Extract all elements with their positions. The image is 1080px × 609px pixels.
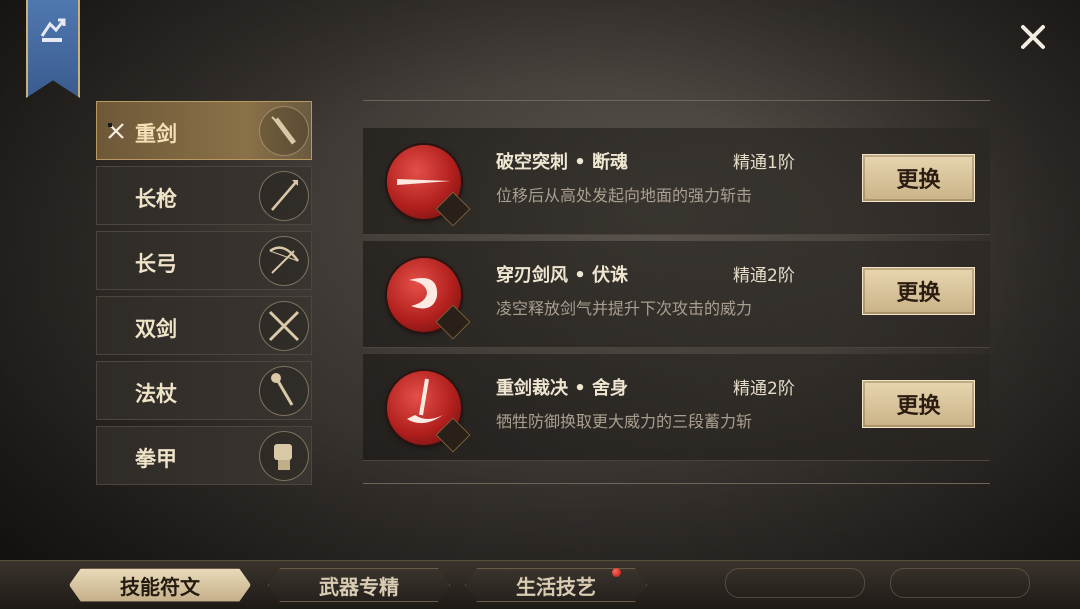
spear-icon [259,171,309,221]
swap-button[interactable]: 更换 [862,267,975,315]
weapon-list: 重剑 长枪 长弓 双剑 法杖 拳甲 [96,101,312,491]
weapon-item-spear[interactable]: 长枪 [96,166,312,225]
guild-banner [26,0,80,98]
weapon-label: 双剑 [135,317,177,341]
skill-name: 重剑裁决 • 舍身 [496,378,629,399]
close-icon [1021,25,1045,49]
skill-row: 重剑裁决 • 舍身 精通2阶 牺牲防御换取更大威力的三段蓄力斩 更换 [363,354,990,461]
weapon-label: 重剑 [135,122,177,146]
skill-name: 破空突刺 • 断魂 [496,152,629,173]
weapon-item-staff[interactable]: 法杖 [96,361,312,420]
notification-dot-icon [612,568,621,577]
skill-mastery-level: 精通1阶 [733,153,795,173]
gauntlet-icon [259,431,309,481]
weapon-item-gauntlet[interactable]: 拳甲 [96,426,312,485]
weapon-label: 法杖 [135,382,177,406]
weapon-item-dual-swords[interactable]: 双剑 [96,296,312,355]
decorative-ornament [890,568,1030,598]
tab-skill-runes[interactable]: 技能符文 [69,568,251,602]
guild-emblem-icon [40,18,66,42]
swap-button[interactable]: 更换 [862,380,975,428]
skill-mastery-level: 精通2阶 [733,266,795,286]
skill-mastery-level: 精通2阶 [733,379,795,399]
skill-row: 破空突刺 • 断魂 精通1阶 位移后从高处发起向地面的强力斩击 更换 [363,128,990,235]
tab-weapon-mastery[interactable]: 武器专精 [268,568,450,602]
skill-description: 位移后从高处发起向地面的强力斩击 [496,186,753,205]
weapon-label: 拳甲 [135,447,177,471]
skill-description: 牺牲防御换取更大威力的三段蓄力斩 [496,412,753,431]
decorative-ornament [725,568,865,598]
skill-name: 穿刃剑风 • 伏诛 [496,265,629,286]
skill-description: 凌空释放剑气并提升下次攻击的威力 [496,299,753,318]
staff-icon [259,366,309,416]
greatsword-icon [259,106,309,156]
weapon-item-longbow[interactable]: 长弓 [96,231,312,290]
selected-swords-icon [108,123,124,139]
skill-panel: 破空突刺 • 断魂 精通1阶 位移后从高处发起向地面的强力斩击 更换 穿刃剑风 … [363,100,990,484]
longbow-icon [259,236,309,286]
dual-swords-icon [259,301,309,351]
weapon-label: 长弓 [135,252,177,276]
weapon-item-greatsword[interactable]: 重剑 [96,101,312,160]
swap-button[interactable]: 更换 [862,154,975,202]
weapon-label: 长枪 [135,187,177,211]
skill-row: 穿刃剑风 • 伏诛 精通2阶 凌空释放剑气并提升下次攻击的威力 更换 [363,241,990,348]
close-button[interactable] [1016,20,1050,54]
